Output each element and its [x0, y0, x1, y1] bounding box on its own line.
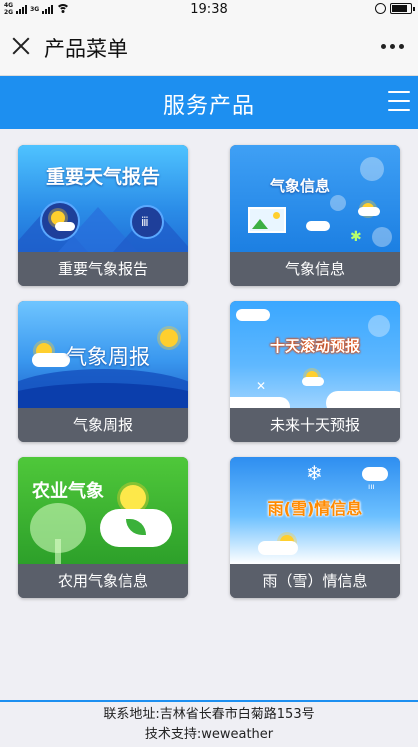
card-image: 气象周报 — [18, 301, 188, 408]
product-grid: 重要天气报告 ⅲ 重要气象报告 气象信息 ✱ 气象信息 气象周报 气象周报 十天… — [18, 145, 400, 598]
footer: 联系地址:吉林省长春市白菊路153号 技术支持:weweather — [0, 700, 418, 747]
status-icons — [375, 3, 415, 14]
nav-bar: 产品菜单 — [0, 20, 418, 76]
card-label: 农用气象信息 — [18, 564, 188, 598]
card-label: 气象周报 — [18, 408, 188, 442]
card-image-title: 雨(雪)情信息 — [267, 499, 363, 518]
cloud-icon — [230, 397, 290, 408]
more-options-icon[interactable] — [381, 44, 404, 49]
cloud-icon — [302, 377, 324, 386]
product-card-rain-snow-info[interactable]: ❄ ııı 雨(雪)情信息 雨（雪）情信息 — [230, 457, 400, 598]
card-image-title: 重要天气报告 — [45, 166, 160, 188]
card-image: 农业气象 — [18, 457, 188, 564]
product-card-agricultural-weather[interactable]: 农业气象 农用气象信息 — [18, 457, 188, 598]
product-card-weather-info[interactable]: 气象信息 ✱ 气象信息 — [230, 145, 400, 286]
product-card-weekly-report[interactable]: 气象周报 气象周报 — [18, 301, 188, 442]
card-label: 未来十天预报 — [230, 408, 400, 442]
wind-icon: ✕ — [256, 379, 267, 393]
footer-support: 技术支持:weweather — [144, 727, 274, 742]
cloud-icon — [358, 207, 380, 216]
snowflake-icon: ❄ — [306, 461, 323, 485]
card-image: 十天滚动预报 ✕ — [230, 301, 400, 408]
status-time: 19:38 — [190, 2, 228, 17]
cloud-icon — [100, 509, 172, 547]
card-image-title: 气象周报 — [66, 345, 150, 369]
page-header: 服务产品 — [0, 76, 418, 129]
card-label: 气象信息 — [230, 252, 400, 286]
status-bar: 4G 2G 3G 19:38 — [0, 0, 418, 20]
battery-icon — [390, 3, 415, 14]
hamburger-menu-icon[interactable] — [388, 91, 410, 111]
rain-icon: ⅲ — [130, 205, 164, 239]
rotation-lock-icon — [375, 3, 386, 14]
card-image: 重要天气报告 ⅲ — [18, 145, 188, 252]
sun-cloud-icon — [40, 201, 80, 241]
cloud-icon — [306, 221, 330, 231]
card-image-title: 气象信息 — [269, 177, 330, 195]
cloud-icon — [236, 309, 270, 321]
cloud-icon — [326, 391, 400, 408]
card-image-title: 十天滚动预报 — [269, 337, 360, 355]
monitor-icon — [248, 207, 286, 233]
footer-address: 联系地址:吉林省长春市白菊路153号 — [103, 707, 315, 722]
card-image: 气象信息 ✱ — [230, 145, 400, 252]
sun-icon — [120, 485, 146, 511]
card-image-title: 农业气象 — [32, 481, 104, 502]
snowflake-icon: ✱ — [350, 229, 362, 245]
card-label: 雨（雪）情信息 — [230, 564, 400, 598]
cloud-icon — [362, 467, 388, 481]
cloud-icon — [258, 541, 298, 555]
card-image: ❄ ııı 雨(雪)情信息 — [230, 457, 400, 564]
page-title: 服务产品 — [162, 94, 255, 119]
card-label: 重要气象报告 — [18, 252, 188, 286]
product-card-important-weather-report[interactable]: 重要天气报告 ⅲ 重要气象报告 — [18, 145, 188, 286]
nav-title: 产品菜单 — [44, 37, 128, 61]
product-card-ten-day-forecast[interactable]: 十天滚动预报 ✕ 未来十天预报 — [230, 301, 400, 442]
close-icon[interactable] — [10, 35, 32, 57]
